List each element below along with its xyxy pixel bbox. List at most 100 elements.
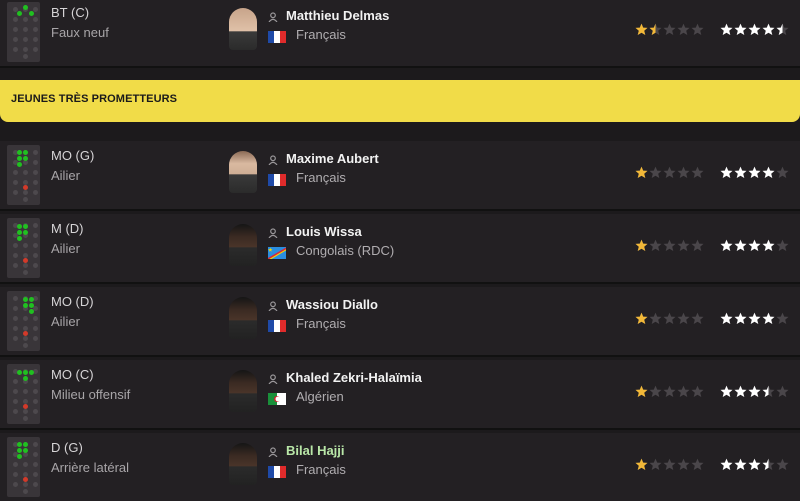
star-icon [734,312,747,324]
star-icon [691,23,704,35]
star-icon [663,23,676,35]
position-pitch-icon [7,291,40,351]
player-nationality: Français [296,462,346,477]
star-icon [762,385,775,397]
star-icon [734,23,747,35]
position-pitch-icon [7,364,40,424]
player-role: Arrière latéral [51,460,130,475]
star-icon [720,458,733,470]
person-icon [268,301,278,311]
star-icon [635,458,648,470]
star-icon [762,312,775,324]
star-icon [776,385,789,397]
star-icon [748,239,761,251]
position-pitch-icon [7,145,40,205]
france-flag-icon [268,465,286,478]
star-icon [649,23,662,35]
person-icon [268,374,278,384]
player-position: MO (D) [51,294,94,309]
star-icon [663,312,676,324]
star-icon [635,23,648,35]
star-icon [720,23,733,35]
star-icon [776,23,789,35]
star-icon [762,23,775,35]
player-name[interactable]: Louis Wissa [286,224,362,239]
player-position: D (G) [51,440,83,455]
player-face-avatar [229,370,257,412]
star-icon [677,385,690,397]
star-icon [677,312,690,324]
star-icon [677,23,690,35]
star-icon [691,239,704,251]
person-icon [268,155,278,165]
section-title: JEUNES TRÈS PROMETTEURS [11,93,178,105]
star-icon [734,385,747,397]
star-icon [663,166,676,178]
player-role: Ailier [51,314,80,329]
player-position: MO (C) [51,367,94,382]
player-nationality: Congolais (RDC) [296,243,395,258]
player-row[interactable]: M (D) Ailier Louis Wissa Congolais (RDC) [0,214,800,282]
star-icon [748,458,761,470]
star-icon [748,385,761,397]
player-role: Ailier [51,241,80,256]
star-icon [776,166,789,178]
star-icon [649,458,662,470]
player-face-avatar [229,8,257,50]
algeria-flag-icon [268,392,286,405]
star-icon [720,166,733,178]
star-icon [677,166,690,178]
star-icon [734,166,747,178]
player-name[interactable]: Wassiou Diallo [286,297,378,312]
player-position: MO (G) [51,148,95,163]
player-name[interactable]: Matthieu Delmas [286,8,389,23]
star-icon [776,239,789,251]
player-row[interactable]: D (G) Arrière latéral Bilal Hajji França… [0,433,800,501]
star-icon [677,458,690,470]
star-icon [649,385,662,397]
player-name[interactable]: Maxime Aubert [286,151,379,166]
position-pitch-icon [7,437,40,497]
person-icon [268,228,278,238]
player-row[interactable]: MO (D) Ailier Wassiou Diallo Français [0,287,800,355]
player-nationality: Français [296,316,346,331]
player-nationality: Français [296,27,346,42]
player-name[interactable]: Khaled Zekri-Halaïmia [286,370,422,385]
player-role: Ailier [51,168,80,183]
star-icon [776,312,789,324]
star-icon [635,166,648,178]
star-icon [720,385,733,397]
star-icon [663,385,676,397]
star-icon [649,239,662,251]
france-flag-icon [268,319,286,332]
dr-congo-flag-icon [268,246,286,261]
player-face-avatar [229,224,257,266]
player-row[interactable]: BT (C) Faux neuf Matthieu Delmas Françai… [0,0,800,66]
star-icon [663,458,676,470]
star-icon [691,385,704,397]
star-icon [748,166,761,178]
star-icon [762,458,775,470]
position-pitch-icon [7,218,40,278]
position-pitch-icon [7,2,40,62]
star-icon [691,458,704,470]
player-row[interactable]: MO (G) Ailier Maxime Aubert Français [0,141,800,209]
star-icon [748,312,761,324]
star-icon [720,239,733,251]
player-row[interactable]: MO (C) Milieu offensif Khaled Zekri-Hala… [0,360,800,428]
star-icon [691,166,704,178]
person-icon [268,447,278,457]
france-flag-icon [268,30,286,43]
star-icon [762,239,775,251]
star-icon [635,312,648,324]
section-header: JEUNES TRÈS PROMETTEURS [0,80,800,122]
player-role: Milieu offensif [51,387,131,402]
player-nationality: Français [296,170,346,185]
player-role: Faux neuf [51,25,109,40]
star-icon [649,166,662,178]
star-icon [635,239,648,251]
player-name[interactable]: Bilal Hajji [286,443,345,458]
player-position: M (D) [51,221,84,236]
player-nationality: Algérien [296,389,344,404]
star-icon [734,239,747,251]
